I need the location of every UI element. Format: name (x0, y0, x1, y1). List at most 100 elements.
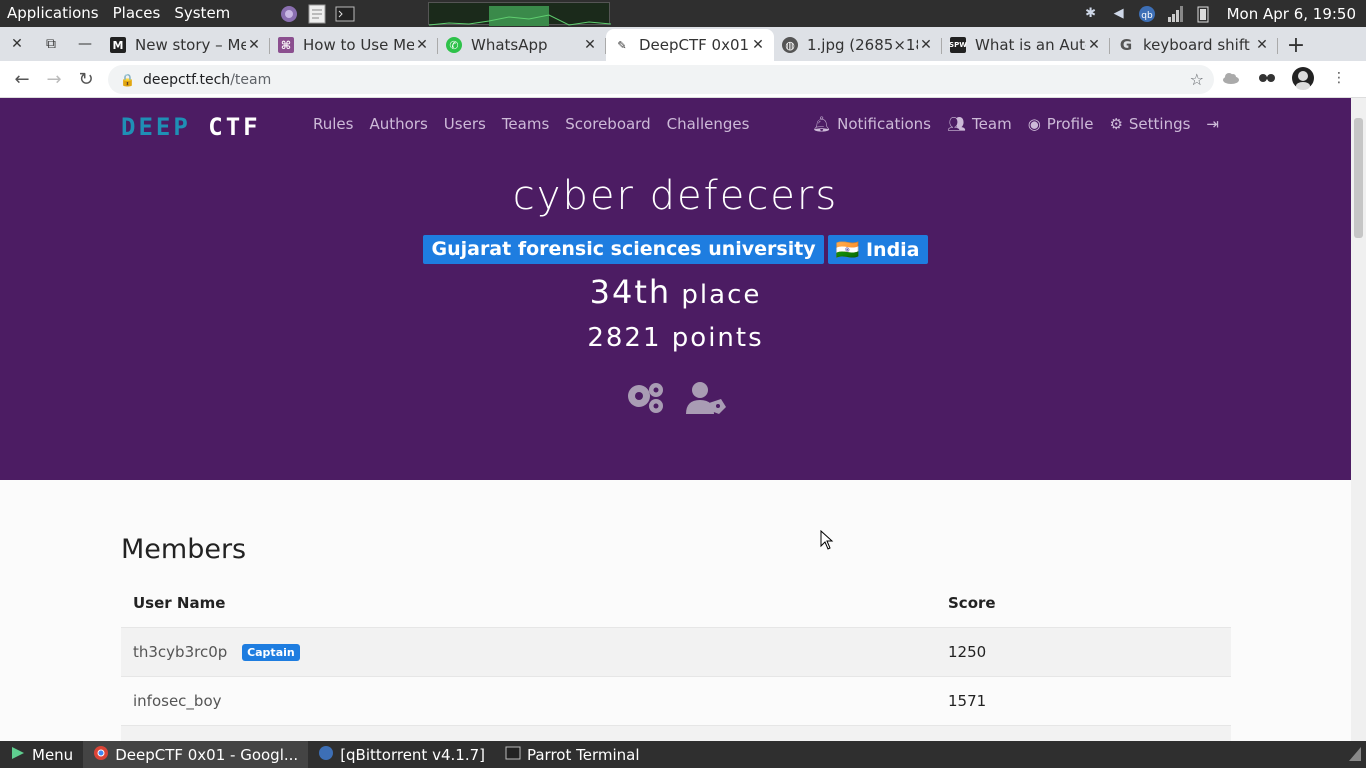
team-points: 2821 points (0, 323, 1351, 353)
members-heading: Members (121, 534, 247, 565)
close-tab-icon[interactable]: ✕ (1254, 37, 1270, 53)
table-row (121, 725, 1231, 741)
minimize-window-icon[interactable]: — (68, 27, 102, 61)
site-navbar: DEEP CTF Rules Authors Users Teams Score… (0, 98, 1351, 153)
restore-window-icon[interactable]: ⧉ (34, 27, 68, 61)
lock-icon[interactable]: 🔒 (120, 73, 135, 87)
nav-notifications-label: Notifications (837, 115, 931, 133)
start-menu-button[interactable]: Menu (0, 741, 83, 768)
tab-title: WhatsApp (471, 36, 548, 54)
qbittorrent-icon (318, 745, 334, 765)
firefox-launcher-icon[interactable] (277, 3, 301, 25)
tab-image[interactable]: ◍ 1.jpg (2685×18 ✕ (774, 29, 942, 61)
terminal-launcher-icon[interactable] (333, 3, 357, 25)
back-icon[interactable]: ← (6, 63, 38, 95)
close-tab-icon[interactable]: ✕ (414, 37, 430, 53)
close-tab-icon[interactable]: ✕ (246, 37, 262, 53)
team-name: cyber defecers (512, 173, 839, 219)
tab-keyboard-shift[interactable]: G keyboard shift ✕ (1110, 29, 1278, 61)
affiliation-badge: Gujarat forensic sciences university (423, 235, 824, 264)
transfer-captain-icon[interactable] (685, 380, 727, 416)
members-table: User Name Score th3cyb3rc0p Captain 1250… (121, 578, 1231, 741)
new-tab-button[interactable]: + (1278, 29, 1314, 61)
cloud-extension-icon[interactable] (1218, 65, 1244, 91)
network-signal-icon[interactable] (1165, 4, 1185, 24)
nav-teams[interactable]: Teams (494, 115, 557, 133)
profile-avatar-icon[interactable] (1290, 65, 1316, 91)
taskbar-qbittorrent-label: [qBittorrent v4.1.7] (340, 745, 485, 764)
tab-what-is-auto[interactable]: SPW What is an Auto ✕ (942, 29, 1110, 61)
taskbar-terminal[interactable]: Parrot Terminal (495, 741, 650, 768)
browser-menu-icon[interactable]: ⋮ (1326, 65, 1352, 91)
tab-title: What is an Auto (975, 36, 1086, 54)
tab-deepctf[interactable]: ✎ DeepCTF 0x01 ✕ (606, 29, 774, 61)
deepctf-icon: ✎ (614, 37, 630, 53)
team-actions (0, 380, 1351, 416)
bell-icon: 🔔︎ (812, 115, 832, 133)
nav-users[interactable]: Users (436, 115, 494, 133)
close-window-icon[interactable]: ✕ (0, 27, 34, 61)
volume-icon[interactable]: ◀ (1109, 4, 1129, 24)
team-settings-icon[interactable] (625, 380, 667, 416)
extensions-area: ⋮ (1218, 65, 1352, 91)
page-scrollbar[interactable] (1351, 98, 1366, 741)
applications-menu[interactable]: Applications (0, 0, 106, 27)
taskbar-qbittorrent[interactable]: [qBittorrent v4.1.7] (308, 741, 495, 768)
tab-whatsapp[interactable]: ✆ WhatsApp ✕ (438, 29, 606, 61)
nav-rules[interactable]: Rules (305, 115, 361, 133)
text-editor-launcher-icon[interactable] (305, 3, 329, 25)
logout-icon[interactable]: ⇥ (1206, 115, 1219, 133)
show-desktop-icon[interactable] (1348, 746, 1362, 766)
captain-badge: Captain (242, 644, 300, 661)
nav-settings-label: Settings (1128, 115, 1191, 133)
users-icon: 👥︎ (947, 115, 967, 133)
globe-icon: ◍ (782, 37, 798, 53)
bookmark-star-icon[interactable]: ☆ (1190, 70, 1204, 89)
nav-settings[interactable]: ⚙ Settings (1109, 115, 1190, 133)
web-page: DEEP CTF Rules Authors Users Teams Score… (0, 98, 1351, 741)
clock[interactable]: Mon Apr 6, 19:50 (1227, 5, 1356, 23)
incognito-extension-icon[interactable] (1254, 65, 1280, 91)
system-tray: ✱ ◀ qb Mon Apr 6, 19:50 (1081, 0, 1366, 27)
battery-icon[interactable] (1193, 4, 1213, 24)
member-name-link[interactable]: infosec_boy (133, 692, 222, 710)
close-tab-icon[interactable]: ✕ (1086, 37, 1102, 53)
table-row: th3cyb3rc0p Captain 1250 (121, 627, 1231, 676)
taskbar-chrome[interactable]: DeepCTF 0x01 - Googl... (83, 741, 309, 768)
member-name-link[interactable]: th3cyb3rc0p (133, 643, 227, 661)
scrollbar-thumb[interactable] (1354, 118, 1363, 238)
tab-how-to-use[interactable]: ⌘ How to Use Me ✕ (270, 29, 438, 61)
deepctf-logo[interactable]: DEEP CTF (121, 113, 261, 141)
chrome-icon (93, 745, 109, 765)
whatsapp-icon: ✆ (446, 37, 462, 53)
close-tab-icon[interactable]: ✕ (582, 37, 598, 53)
nav-profile[interactable]: ◉ Profile (1028, 115, 1094, 133)
nav-authors[interactable]: Authors (361, 115, 435, 133)
member-cell: infosec_boy (121, 692, 936, 710)
tab-new-story[interactable]: M New story – Me ✕ (102, 29, 270, 61)
url-path: /team (230, 71, 272, 88)
gears-icon: ⚙ (1109, 115, 1123, 133)
address-bar[interactable]: 🔒 deepctf.tech /team ☆ (108, 65, 1214, 94)
nav-links: Rules Authors Users Teams Scoreboard Cha… (305, 115, 757, 133)
close-tab-icon[interactable]: ✕ (750, 37, 766, 53)
bookmark-icon: ⌘ (278, 37, 294, 53)
close-tab-icon[interactable]: ✕ (918, 37, 934, 53)
system-monitor-graph (428, 2, 612, 26)
nav-profile-label: Profile (1046, 115, 1094, 133)
nav-scoreboard[interactable]: Scoreboard (557, 115, 658, 133)
nav-notifications[interactable]: 🔔︎ Notifications (812, 115, 931, 133)
browser-toolbar: ← → ↻ 🔒 deepctf.tech /team ☆ ⋮ (0, 61, 1366, 98)
reload-icon[interactable]: ↻ (70, 63, 102, 95)
nav-team[interactable]: 👥︎ Team (947, 115, 1012, 133)
system-menu[interactable]: System (167, 0, 237, 27)
forward-icon[interactable]: → (38, 63, 70, 95)
places-menu[interactable]: Places (106, 0, 168, 27)
mouse-cursor-icon (820, 530, 834, 550)
bluetooth-icon[interactable]: ✱ (1081, 4, 1101, 24)
team-hero: DEEP CTF Rules Authors Users Teams Score… (0, 98, 1351, 480)
qbittorrent-tray-icon[interactable]: qb (1137, 4, 1157, 24)
medium-icon: M (110, 37, 126, 53)
nav-challenges[interactable]: Challenges (659, 115, 758, 133)
team-badges: Gujarat forensic sciences university 🇮🇳 … (0, 235, 1351, 264)
